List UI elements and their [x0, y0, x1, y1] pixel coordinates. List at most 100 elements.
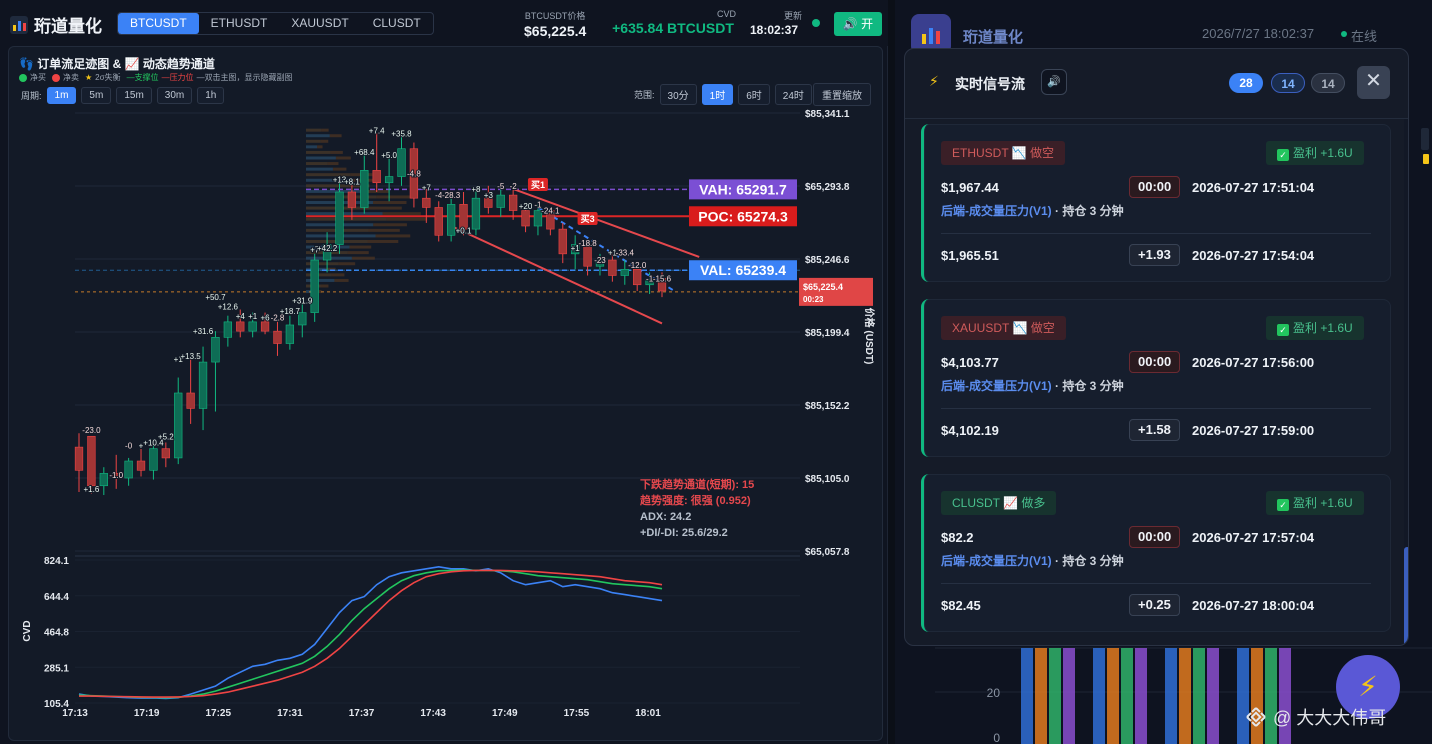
volume-profile-bar: [306, 167, 333, 171]
buy-signal-label: 买3: [581, 214, 595, 224]
footprint-label: +8: [471, 185, 481, 194]
volume-profile-bar: [321, 128, 329, 132]
exit-price: $4,102.19: [941, 423, 999, 438]
footprint-label: +3: [484, 191, 494, 200]
footprint-label: -4.8: [407, 170, 421, 179]
candle-body: [174, 392, 183, 459]
candle-body: [87, 435, 96, 487]
price-tick-label: $65,293.8: [805, 182, 850, 193]
candle-body: [434, 207, 443, 236]
bg-tick-0: 0: [993, 731, 1000, 744]
signal-source: 后端-成交量压力(V1) · 持仓 3 分钟: [941, 552, 1124, 569]
time-tick-label: 17:49: [492, 708, 518, 719]
bg-bar: [1179, 648, 1191, 744]
volume-profile-bar: [306, 139, 321, 143]
cvd-series-line: [79, 569, 663, 698]
binance-logo-icon: [1246, 707, 1266, 727]
footprint-label: -15.6: [653, 275, 672, 284]
footprint-label: +7.4: [369, 126, 385, 135]
footprint-label: -24.1: [541, 207, 560, 216]
footprint-label: +7: [422, 183, 432, 192]
volume-profile-bar: [368, 228, 400, 232]
exit-price: $1,965.51: [941, 248, 999, 263]
footprint-label: +8.1: [344, 177, 360, 186]
check-icon: ✓: [1277, 499, 1289, 511]
right-datetime: 2026/7/27 18:02:37: [1202, 26, 1315, 41]
price-diff-chip: +1.93: [1129, 244, 1180, 266]
footprint-label: -0: [125, 442, 133, 451]
cvd-tick-label: 285.1: [44, 663, 69, 674]
candle-body: [608, 259, 617, 276]
scrollbar-thumb[interactable]: [1404, 547, 1408, 645]
signal-symbol-tag: CLUSDT 📈 做多: [941, 491, 1057, 515]
trend-channel-lower: [450, 225, 663, 325]
footprint-label: +0.1: [456, 227, 472, 236]
signal-symbol-tag: ETHUSDT 📉 做空: [941, 141, 1066, 165]
signal-card[interactable]: CLUSDT 📈 做多 ✓ 盈利 +1.6U $82.2 00:00 2026-07-27…: [921, 474, 1391, 632]
bg-bar: [1049, 648, 1061, 744]
candle-body: [260, 321, 270, 332]
signal-symbol-tag: XAUUSDT 📉 做空: [941, 316, 1066, 340]
card-divider: [941, 583, 1371, 584]
candle-body: [509, 194, 518, 211]
volume-profile-bar: [382, 212, 421, 216]
price-and-cvd-charts[interactable]: $85,341.1 $65,293.8 $85,246.6 $85,199.4 $85,…: [0, 0, 888, 744]
poc-label: POC: 65274.3: [698, 208, 788, 224]
cvd-series-line: [78, 565, 663, 700]
time-tick-label: 17:37: [349, 708, 375, 719]
trend-info-di: +DI/-DI: 25.6/29.2: [640, 527, 728, 539]
signal-card[interactable]: XAUUSDT 📉 做空 ✓ 盈利 +1.6U $4,103.77 00:00 2026-…: [921, 299, 1391, 457]
volume-profile-bar: [372, 201, 407, 205]
volume-profile-bar: [332, 167, 347, 171]
footprint-label: -12.0: [628, 261, 647, 270]
cvd-tick-label: 464.8: [44, 628, 69, 639]
profit-text: 盈利 +1.6U: [1293, 321, 1353, 335]
signal-card[interactable]: ETHUSDT 📉 做空 ✓ 盈利 +1.6U $1,967.44 00:00 2026-…: [921, 124, 1391, 282]
profit-badge: ✓ 盈利 +1.6U: [1266, 141, 1364, 165]
duration-chip: 00:00: [1129, 351, 1181, 373]
bg-bar: [1021, 648, 1033, 744]
candle-body: [360, 170, 369, 208]
bg-bar: [1107, 648, 1119, 744]
trading-dashboard: 珩道量化 BTCUSDT ETHUSDT XAUUSDT CLUSDT BTCU…: [0, 0, 888, 744]
candle-body: [186, 392, 195, 409]
entry-time: 2026-07-27 17:51:04: [1192, 180, 1315, 195]
signal-source: 后端-成交量压力(V1) · 持仓 3 分钟: [941, 377, 1124, 394]
win-badge[interactable]: 14: [1271, 73, 1305, 93]
candle-body: [161, 448, 170, 459]
candle-body: [99, 473, 108, 487]
footprint-label: -28.3: [442, 191, 461, 200]
total-badge[interactable]: 28: [1229, 73, 1263, 93]
vah-label: VAH: 65291.7: [699, 181, 787, 197]
speaker-icon[interactable]: 🔊: [1041, 69, 1067, 95]
lightning-icon: ⚡: [1358, 671, 1378, 702]
footprint-label: +1: [248, 312, 258, 321]
watermark-text: @ 大大大伟哥: [1273, 708, 1387, 728]
check-icon: ✓: [1277, 149, 1289, 161]
trend-info-channel: 下跌趋势通道(短期): 15: [640, 477, 754, 491]
candle-body: [236, 321, 245, 332]
close-icon[interactable]: ✕: [1357, 66, 1390, 99]
footprint-label: -1.0: [109, 471, 123, 480]
price-tick-label: $85,105.0: [805, 474, 850, 485]
card-divider: [941, 233, 1371, 234]
volume-profile-bar: [349, 245, 372, 249]
side-marker: [1423, 154, 1429, 164]
candle-body: [248, 321, 257, 332]
cvd-tick-label: 644.4: [44, 592, 69, 603]
panel-header: ⚡ 实时信号流 🔊 28 14 14 ✕: [905, 49, 1408, 119]
time-tick-label: 17:19: [134, 708, 160, 719]
loss-badge[interactable]: 14: [1311, 73, 1345, 93]
side-handle[interactable]: [1421, 128, 1429, 150]
candle-body: [558, 228, 567, 255]
time-tick-label: 17:31: [277, 708, 303, 719]
cvd-tick-label: 824.1: [44, 556, 69, 567]
volume-profile-bar: [306, 134, 330, 138]
signal-source: 后端-成交量压力(V1) · 持仓 3 分钟: [941, 202, 1124, 219]
bg-bar: [1165, 648, 1177, 744]
footprint-label: -23: [594, 256, 606, 265]
footprint-label: +1.6: [84, 485, 100, 494]
volume-profile-bar: [327, 162, 339, 166]
source-name: 后端-成交量压力(V1): [941, 204, 1052, 218]
time-tick-label: 17:55: [564, 708, 590, 719]
